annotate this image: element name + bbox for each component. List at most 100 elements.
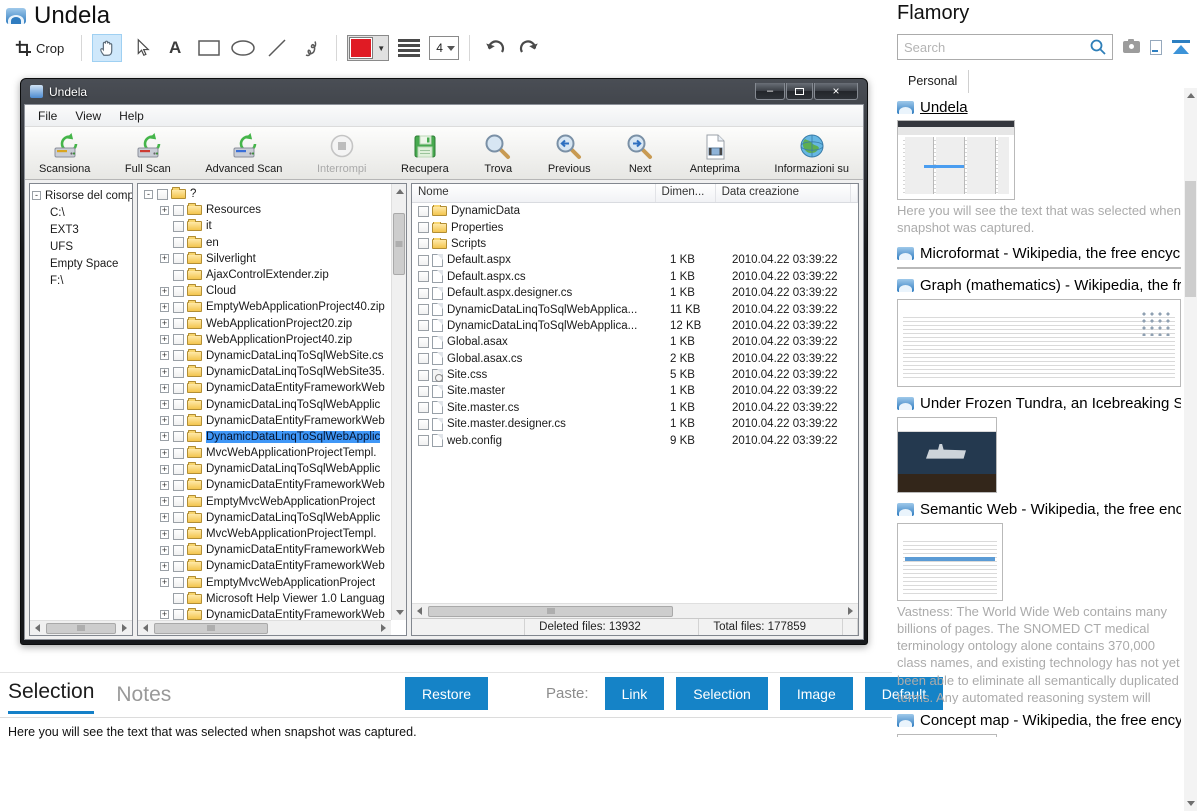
checkbox[interactable] xyxy=(173,399,184,410)
drive-tree-item[interactable]: C:\ xyxy=(32,204,130,221)
collapse-sidebar-icon[interactable] xyxy=(1172,40,1190,54)
drive-tree-item[interactable]: Empty Space xyxy=(32,255,130,272)
drive-tree-item[interactable]: F:\ xyxy=(32,272,130,289)
scrollbar-thumb[interactable] xyxy=(46,623,116,634)
folder-tree-item[interactable]: +WebApplicationProject20.zip xyxy=(140,316,391,332)
sidebar-scrollbar[interactable] xyxy=(1184,88,1197,811)
drive-tree-root[interactable]: -Risorse del compu xyxy=(32,187,130,204)
crop-button[interactable]: Crop xyxy=(8,34,71,62)
expand-icon[interactable]: + xyxy=(160,530,169,539)
expand-icon[interactable]: + xyxy=(160,610,169,619)
expand-icon[interactable]: + xyxy=(160,513,169,522)
snapshot-thumbnail[interactable] xyxy=(897,120,1015,200)
window-toolbar-button-globe[interactable]: Informazioni su xyxy=(770,130,853,177)
folder-tree-item[interactable]: +Silverlight xyxy=(140,251,391,267)
restore-button[interactable]: Restore xyxy=(405,677,488,710)
snapshot-item[interactable]: Semantic Web - Wikipedia, the free encyc… xyxy=(897,500,1181,704)
expand-icon[interactable]: + xyxy=(160,319,169,328)
snapshot-title[interactable]: Microformat - Wikipedia, the free encycl… xyxy=(920,245,1181,262)
expand-icon[interactable]: + xyxy=(160,578,169,587)
horizontal-scrollbar[interactable] xyxy=(138,620,391,635)
checkbox[interactable] xyxy=(173,448,184,459)
checkbox[interactable] xyxy=(173,318,184,329)
checkbox[interactable] xyxy=(418,271,429,282)
camera-icon[interactable] xyxy=(1123,41,1140,53)
checkbox[interactable] xyxy=(418,320,429,331)
checkbox[interactable] xyxy=(173,302,184,313)
scroll-left-icon[interactable] xyxy=(30,621,45,636)
expand-icon[interactable]: + xyxy=(160,481,169,490)
checkbox[interactable] xyxy=(173,529,184,540)
folder-tree-item[interactable]: +EmptyMvcWebApplicationProject xyxy=(140,494,391,510)
expand-icon[interactable]: + xyxy=(160,206,169,215)
folder-tree-item[interactable]: +WebApplicationProject40.zip xyxy=(140,332,391,348)
pointer-tool-button[interactable] xyxy=(126,34,156,62)
tab-selection[interactable]: Selection xyxy=(8,680,94,714)
expand-icon[interactable]: + xyxy=(160,287,169,296)
snapshot-title[interactable]: Undela xyxy=(920,99,968,116)
folder-tree-item[interactable]: +MvcWebApplicationProjectTempl. xyxy=(140,445,391,461)
window-toolbar-button-scan1[interactable]: Scansiona xyxy=(35,130,94,177)
column-header-name[interactable]: Nome xyxy=(412,184,656,202)
checkbox[interactable] xyxy=(418,353,429,364)
expand-icon[interactable]: + xyxy=(160,562,169,571)
expand-icon[interactable]: + xyxy=(160,465,169,474)
checkbox[interactable] xyxy=(173,609,184,620)
minimize-button[interactable]: – xyxy=(755,83,785,100)
folder-tree-item[interactable]: -? xyxy=(140,186,391,202)
table-row[interactable]: Properties xyxy=(412,219,858,235)
expand-icon[interactable]: + xyxy=(160,368,169,377)
expand-icon[interactable]: + xyxy=(160,303,169,312)
checkbox[interactable] xyxy=(173,545,184,556)
scrollbar-thumb[interactable] xyxy=(393,213,405,275)
folder-tree-item[interactable]: +DynamicDataLinqToSqlWebSite35. xyxy=(140,364,391,380)
tab-personal[interactable]: Personal xyxy=(897,70,969,93)
snapshot-thumbnail[interactable] xyxy=(897,267,1181,269)
expand-icon[interactable]: + xyxy=(160,335,169,344)
horizontal-scrollbar[interactable] xyxy=(30,620,132,635)
snapshot-item[interactable]: Under Frozen Tundra, an Icebreaking Ship… xyxy=(897,394,1181,493)
snapshot-title[interactable]: Under Frozen Tundra, an Icebreaking Ship… xyxy=(920,395,1181,412)
window-toolbar-button-preview[interactable]: Anteprima xyxy=(686,130,744,177)
snapshot-title[interactable]: Graph (mathematics) - Wikipedia, the fre… xyxy=(920,277,1181,294)
scrollbar-thumb[interactable] xyxy=(1185,181,1196,297)
snapshot-title[interactable]: Semantic Web - Wikipedia, the free encyc… xyxy=(920,501,1181,518)
menu-view[interactable]: View xyxy=(66,107,110,125)
snapshot-item[interactable]: Graph (mathematics) - Wikipedia, the fre… xyxy=(897,276,1181,387)
color-swatch[interactable] xyxy=(350,38,372,58)
folder-tree-item[interactable]: +Microsoft Help Viewer 1.0 Languag xyxy=(140,591,391,607)
snapshot-thumbnail[interactable] xyxy=(897,299,1181,387)
window-toolbar-button-next[interactable]: Next xyxy=(621,130,659,177)
checkbox[interactable] xyxy=(173,367,184,378)
table-row[interactable]: Site.master1 KB2010.04.22 03:39:222010.0… xyxy=(412,383,858,399)
snapshot-title[interactable]: Concept map - Wikipedia, the free encycl… xyxy=(920,712,1181,729)
checkbox[interactable] xyxy=(418,238,429,249)
folder-tree-item[interactable]: +it xyxy=(140,218,391,234)
checkbox[interactable] xyxy=(418,288,429,299)
horizontal-scrollbar[interactable] xyxy=(412,603,858,618)
ellipse-tool-button[interactable] xyxy=(228,34,258,62)
line-tool-button[interactable] xyxy=(262,34,292,62)
scroll-left-icon[interactable] xyxy=(412,604,427,619)
snapshot-thumbnail[interactable] xyxy=(897,734,997,737)
column-header-created[interactable]: Data creazione xyxy=(716,184,851,202)
expand-icon[interactable]: + xyxy=(160,351,169,360)
folder-tree-item[interactable]: +AjaxControlExtender.zip xyxy=(140,267,391,283)
expand-icon[interactable]: + xyxy=(160,497,169,506)
line-width-button[interactable] xyxy=(393,34,425,62)
expand-icon[interactable]: + xyxy=(160,400,169,409)
checkbox[interactable] xyxy=(418,222,429,233)
freehand-tool-button[interactable] xyxy=(296,34,326,62)
undo-button[interactable] xyxy=(480,34,510,62)
folder-tree-item[interactable]: +DynamicDataEntityFrameworkWeb xyxy=(140,542,391,558)
table-row[interactable]: DynamicDataLinqToSqlWebApplica...12 KB20… xyxy=(412,318,858,334)
table-row[interactable]: web.config9 KB2010.04.22 03:39:222010.04… xyxy=(412,432,858,448)
folder-tree-item[interactable]: +DynamicDataEntityFrameworkWeb xyxy=(140,607,391,620)
scroll-up-icon[interactable] xyxy=(392,184,407,199)
folder-tree-item[interactable]: +MvcWebApplicationProjectTempl. xyxy=(140,526,391,542)
window-toolbar-button-scan2[interactable]: Full Scan xyxy=(121,130,175,177)
checkbox[interactable] xyxy=(157,189,168,200)
table-row[interactable]: Default.aspx.designer.cs1 KB2010.04.22 0… xyxy=(412,285,858,301)
vertical-scrollbar[interactable] xyxy=(391,184,406,620)
checkbox[interactable] xyxy=(173,253,184,264)
